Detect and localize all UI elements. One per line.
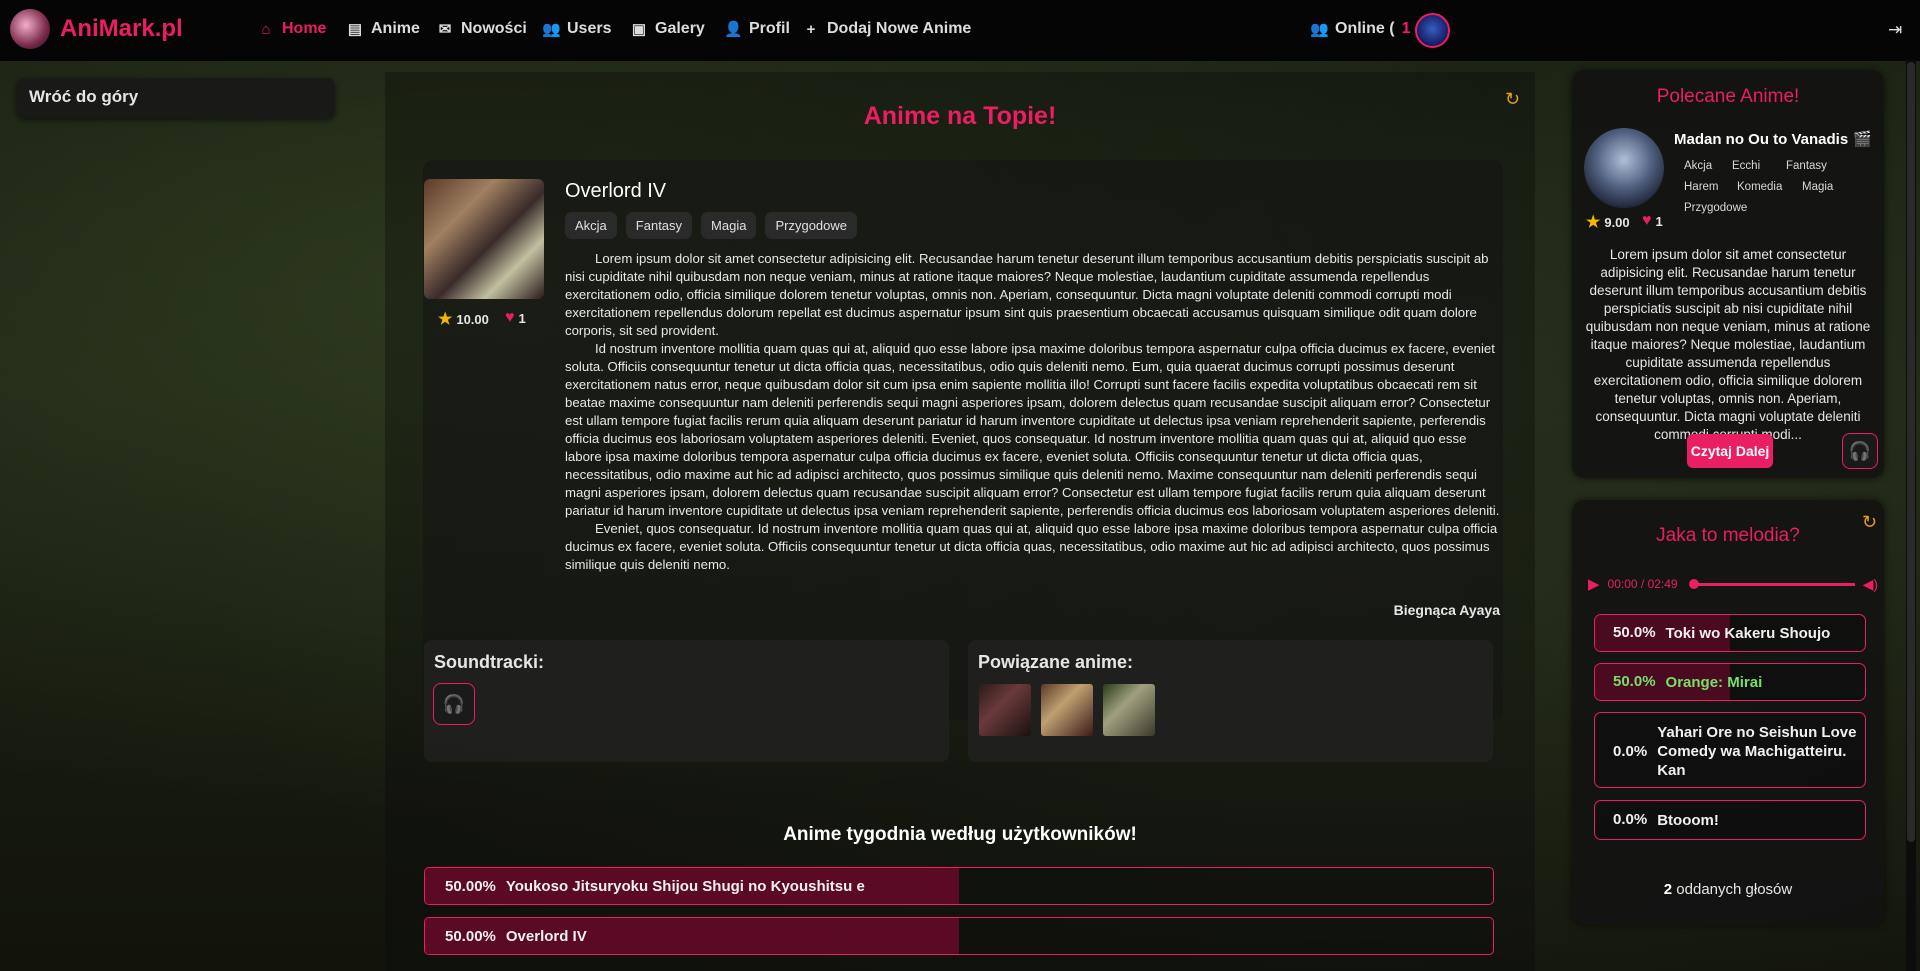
heart-icon: ♥ (505, 309, 515, 326)
nav-profil[interactable]: 👤 Profil (724, 20, 790, 38)
anime-poster[interactable] (424, 179, 544, 299)
anime-rating: ★ 10.00 (438, 311, 489, 328)
tag[interactable]: Harem (1684, 181, 1719, 193)
recommended-poster[interactable] (1584, 128, 1664, 208)
related-anime-thumb[interactable] (979, 684, 1031, 736)
tag[interactable]: Magia (701, 212, 757, 239)
users-icon: 👥 (542, 21, 561, 38)
anime-tags: Akcja Fantasy Magia Przygodowe (565, 212, 858, 239)
user-avatar[interactable] (1415, 13, 1450, 48)
scrollbar-thumb[interactable] (1907, 62, 1915, 842)
images-icon: ▣ (631, 21, 647, 38)
tag[interactable]: Fantasy (625, 212, 693, 239)
recommended-anime-card: Polecane Anime! Madan no Ou to Vanadis 🎬 … (1572, 70, 1884, 478)
tag[interactable]: Magia (1802, 181, 1833, 193)
volume-icon[interactable]: ◀) (1863, 576, 1878, 593)
tag[interactable]: Komedia (1737, 181, 1782, 193)
melody-quiz-card: Jaka to melodia? ↻ ▶ 00:00 / 02:49 ◀) 50… (1572, 500, 1884, 925)
read-more-button[interactable]: Czytaj Dalej (1687, 434, 1773, 468)
brand-link[interactable]: AniMark.pl (10, 9, 183, 49)
star-icon: ★ (438, 311, 453, 328)
anime-likes[interactable]: ♥ 1 (505, 309, 526, 327)
seek-handle[interactable] (1688, 578, 1699, 589)
weekly-anime-title: Anime tygodnia według użytkowników! (783, 824, 1137, 845)
clapperboard-icon: 🎬 (1853, 131, 1872, 148)
recommended-rating: ★ 9.00 (1586, 214, 1630, 231)
soundtracks-title: Soundtracki: (434, 652, 545, 672)
weekly-poll-option[interactable]: 50.00% Youkoso Jitsuryoku Shijou Shugi no… (424, 867, 1494, 905)
author-name: Biegnąca Ayaya (1393, 602, 1500, 618)
nav-users[interactable]: 👥 Users (542, 20, 611, 38)
tag[interactable]: Przygodowe (765, 212, 858, 239)
back-to-top-button[interactable]: Wróć do góry (17, 78, 335, 118)
user-icon: 👤 (724, 21, 743, 38)
anime-title[interactable]: Overlord IV (565, 180, 666, 203)
recommended-title: Polecane Anime! (1656, 86, 1800, 107)
soundtracks-box: Soundtracki: 🎧 (424, 640, 949, 762)
nav-nowosci[interactable]: ✉ Nowości (436, 20, 527, 38)
clapperboard-icon: ▤ (347, 21, 363, 38)
refresh-icon[interactable]: ↻ (1505, 89, 1520, 110)
related-title: Powiązane anime: (978, 652, 1134, 672)
anime-description: Lorem ipsum dolor sit amet consectetur a… (565, 251, 1500, 572)
melody-answer[interactable]: 0.0% Yahari Ore no Seishun Love Comedy wa… (1594, 712, 1866, 788)
nav-galery[interactable]: ▣ Galery (630, 20, 705, 38)
navbar: AniMark.pl ⌂ Home ▤ Anime ✉ Nowości 👥 Users … (0, 0, 1920, 61)
headphones-icon[interactable]: 🎧 (1842, 433, 1878, 469)
audio-seek-bar[interactable] (1688, 578, 1855, 589)
online-users[interactable]: 👥 Online (1) (1310, 20, 1423, 38)
headphones-icon[interactable]: 🎧 (433, 683, 475, 725)
star-icon: ★ (1586, 214, 1601, 231)
related-anime-thumb[interactable] (1041, 684, 1093, 736)
melody-answer[interactable]: 50.0% Toki wo Kakeru Shoujo (1594, 614, 1866, 652)
tag[interactable]: Przygodowe (1684, 202, 1747, 214)
related-anime-thumb[interactable] (1103, 684, 1155, 736)
envelope-icon: ✉ (438, 21, 452, 38)
nav-add-anime[interactable]: + Dodaj Nowe Anime (802, 20, 972, 38)
melody-answer[interactable]: 0.0% Btooom! (1594, 800, 1866, 840)
melody-answer-correct[interactable]: 50.0% Orange: Mirai (1594, 663, 1866, 701)
recommended-anime-name[interactable]: Madan no Ou to Vanadis 🎬 (1674, 130, 1872, 148)
brand-name: AniMark.pl (60, 15, 183, 42)
recommended-description: Lorem ipsum dolor sit amet consectetur a… (1585, 247, 1871, 442)
top-anime-title: Anime na Topie! (863, 102, 1057, 130)
recommended-likes[interactable]: ♥ 1 (1642, 212, 1663, 230)
brand-logo (10, 9, 50, 49)
nav-anime[interactable]: ▤ Anime (346, 20, 420, 38)
play-icon[interactable]: ▶ (1588, 575, 1600, 593)
audio-player: ▶ 00:00 / 02:49 ◀) (1588, 572, 1878, 596)
melody-title: Jaka to melodia? (1656, 525, 1800, 546)
tag[interactable]: Akcja (1684, 160, 1712, 172)
votes-count: 2 oddanych głosów (1663, 881, 1793, 898)
audio-time: 00:00 / 02:49 (1607, 577, 1678, 591)
plus-icon: + (806, 20, 816, 38)
home-icon: ⌂ (261, 20, 271, 38)
tag[interactable]: Fantasy (1786, 160, 1827, 172)
nav-home[interactable]: ⌂ Home (257, 20, 326, 38)
main-content: Anime na Topie! ↻ ★ 10.00 ♥ 1 Overlord IV … (385, 72, 1535, 971)
refresh-icon[interactable]: ↻ (1862, 512, 1877, 533)
tag[interactable]: Akcja (565, 212, 617, 239)
heart-icon: ♥ (1642, 212, 1652, 229)
weekly-poll-option[interactable]: 50.00% Overlord IV (424, 917, 1494, 955)
users-icon: 👥 (1310, 21, 1329, 38)
logout-icon[interactable]: ⇥ (1888, 20, 1902, 40)
tag[interactable]: Ecchi (1732, 160, 1760, 172)
